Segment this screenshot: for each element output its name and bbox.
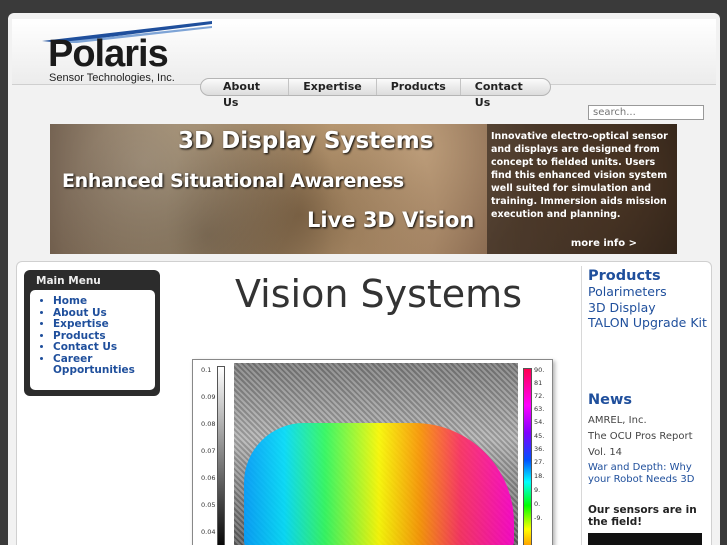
more-info-link[interactable]: more info > <box>571 238 637 249</box>
news-article-link[interactable]: War and Depth: Why your Robot Needs 3D <box>588 462 708 486</box>
hero-banner[interactable]: 3D Display Systems Enhanced Situational … <box>50 124 677 254</box>
page-frame: Polaris Sensor Technologies, Inc. About … <box>8 13 720 545</box>
nav-contact-us[interactable]: Contact Us <box>461 79 550 109</box>
gray-scale-tick: 0.09 <box>201 393 216 401</box>
banner-headline: 3D Display Systems <box>178 128 434 154</box>
banner-description: Innovative electro-optical sensor and di… <box>491 131 668 220</box>
content-area: Main Menu Home About Us Expertise Produc… <box>16 261 712 545</box>
color-scale-tick: 63. <box>534 405 545 413</box>
car-heatmap <box>244 423 514 545</box>
news-heading: News <box>588 392 632 408</box>
color-scale-tick: 45. <box>534 432 545 440</box>
color-scale-tick: 27. <box>534 458 545 466</box>
banner-panel: Innovative electro-optical sensor and di… <box>487 124 677 254</box>
color-scale-tick: 81 <box>534 379 543 387</box>
logo-title[interactable]: Polaris <box>48 33 169 76</box>
color-scale-tick: 36. <box>534 445 545 453</box>
product-link-talon-upgrade-kit[interactable]: TALON Upgrade Kit <box>588 315 711 331</box>
thermal-image-figure: 0.1 0.09 0.08 0.07 0.06 0.05 0.04 90. 81… <box>192 359 553 545</box>
gray-scale-labels: 0.1 0.09 0.08 0.07 0.06 0.05 0.04 <box>195 366 231 545</box>
gray-scale-tick: 0.07 <box>201 447 216 455</box>
color-scale-tick: 54. <box>534 418 545 426</box>
nav-products[interactable]: Products <box>377 79 461 95</box>
nav-expertise[interactable]: Expertise <box>289 79 377 95</box>
nav-about-us[interactable]: About Us <box>209 79 290 109</box>
menu-item-home[interactable]: Home <box>53 295 155 308</box>
top-nav: About Us Expertise Products Contact Us <box>200 78 551 109</box>
gray-scale-tick: 0.05 <box>201 501 216 509</box>
color-scale-bar <box>523 368 532 545</box>
color-scale-tick: 90. <box>534 366 545 374</box>
color-scale-tick: 18. <box>534 472 545 480</box>
gray-scale-bar <box>217 366 225 545</box>
products-heading: Products <box>588 268 661 284</box>
site-header: Polaris Sensor Technologies, Inc. <box>12 19 716 85</box>
sensors-image[interactable] <box>588 533 702 545</box>
menu-item-career-opportunities[interactable]: Career Opportunities <box>53 353 155 377</box>
search-input[interactable] <box>588 105 704 120</box>
logo-subtitle: Sensor Technologies, Inc. <box>49 72 175 84</box>
main-menu-title: Main Menu <box>36 275 101 287</box>
main-menu-list: Home About Us Expertise Products Contact… <box>30 290 155 390</box>
product-link-polarimeters[interactable]: Polarimeters <box>588 284 711 300</box>
menu-item-contact-us[interactable]: Contact Us <box>53 341 155 354</box>
news-volume: Vol. 14 <box>588 447 623 458</box>
thermal-car-image <box>234 363 518 545</box>
main-menu: Main Menu Home About Us Expertise Produc… <box>24 270 160 396</box>
product-link-3d-display[interactable]: 3D Display <box>588 300 711 316</box>
gray-scale-tick: 0.1 <box>201 366 212 374</box>
banner-line-2: Enhanced Situational Awareness <box>62 170 404 192</box>
gray-scale-tick: 0.08 <box>201 420 216 428</box>
color-scale-tick: 9. <box>534 486 541 494</box>
menu-item-expertise[interactable]: Expertise <box>53 318 155 331</box>
gray-scale-tick: 0.04 <box>201 528 216 536</box>
right-sidebar: Products Polarimeters 3D Display TALON U… <box>581 266 711 545</box>
color-scale-tick: 72. <box>534 392 545 400</box>
banner-line-3: Live 3D Vision <box>307 208 475 232</box>
sensors-caption: Our sensors are in the field! <box>588 504 697 528</box>
color-scale-tick: -9. <box>534 514 543 522</box>
news-publication: The OCU Pros Report <box>588 431 693 442</box>
page-title: Vision Systems <box>235 272 522 316</box>
news-source: AMREL, Inc. <box>588 415 647 426</box>
gray-scale-tick: 0.06 <box>201 474 216 482</box>
color-scale-tick: 0. <box>534 500 541 508</box>
